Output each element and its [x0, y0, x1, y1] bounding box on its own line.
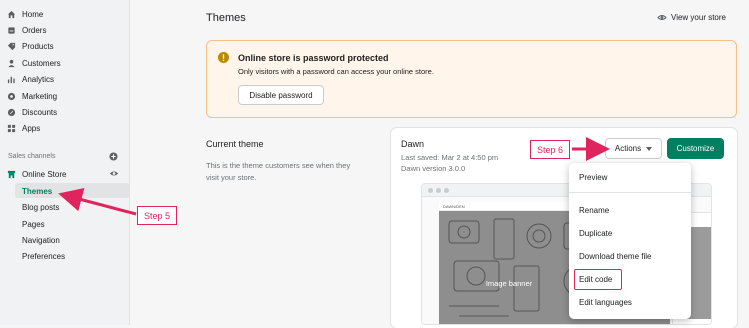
view-store-label: View your store	[671, 13, 726, 22]
actions-label: Actions	[614, 144, 642, 153]
sales-channels-heading: Sales channels	[8, 153, 56, 160]
sidebar-subitem-navigation[interactable]: Navigation	[22, 236, 60, 245]
sidebar-item-apps[interactable]: Apps	[7, 121, 40, 135]
window-dot	[428, 188, 433, 193]
sidebar-item-label: Home	[22, 9, 44, 19]
warning-icon	[218, 52, 229, 63]
menu-item-rename[interactable]: Rename	[579, 206, 609, 215]
sidebar-item-label: Discounts	[22, 107, 58, 117]
sidebar-item-label: Orders	[22, 25, 47, 35]
window-dot	[436, 188, 441, 193]
password-banner: Online store is password protected Only …	[206, 40, 737, 118]
preview-logo: DAWN/DEN	[443, 204, 465, 209]
orders-icon	[7, 26, 16, 35]
eye-icon	[657, 13, 667, 22]
eye-icon[interactable]	[109, 169, 119, 178]
last-saved-text: Last saved: Mar 2 at 4:50 pm	[401, 153, 499, 162]
apps-icon	[7, 124, 16, 133]
edit-code-highlight	[574, 269, 622, 290]
menu-divider	[569, 192, 691, 193]
menu-item-duplicate[interactable]: Duplicate	[579, 229, 612, 238]
analytics-icon	[7, 75, 16, 84]
sidebar-item-label: Online Store	[22, 169, 67, 179]
theme-name: Dawn	[401, 139, 425, 149]
sidebar-item-orders[interactable]: Orders	[7, 23, 46, 37]
home-icon	[7, 10, 16, 19]
store-icon	[7, 170, 16, 179]
banner-text: Only visitors with a password can access…	[238, 67, 434, 76]
products-icon	[7, 42, 16, 51]
sidebar-item-online-store[interactable]: Online Store	[7, 167, 66, 181]
step6-label: Step 6	[530, 140, 570, 159]
add-channel-icon[interactable]	[109, 152, 118, 161]
sidebar-item-analytics[interactable]: Analytics	[7, 72, 54, 86]
customize-button[interactable]: Customize	[667, 138, 724, 159]
menu-item-download-theme[interactable]: Download theme file	[579, 252, 651, 261]
sidebar-item-discounts[interactable]: Discounts	[7, 105, 57, 119]
banner-title: Online store is password protected	[238, 53, 389, 63]
sidebar-item-label: Apps	[22, 123, 41, 133]
sidebar-item-products[interactable]: Products	[7, 39, 54, 53]
caret-down-icon	[646, 146, 653, 151]
discounts-icon	[7, 108, 16, 117]
theme-version-text: Dawn version 3.0.0	[401, 164, 466, 173]
marketing-icon	[7, 92, 16, 101]
current-theme-desc-2: visit your store.	[206, 173, 257, 182]
menu-item-preview[interactable]: Preview	[579, 173, 607, 182]
sidebar-subitem-pages[interactable]: Pages	[22, 220, 45, 229]
preview-banner-label: Image banner	[485, 279, 533, 288]
current-theme-heading: Current theme	[206, 139, 264, 149]
sidebar-item-home[interactable]: Home	[7, 7, 43, 21]
window-dot	[444, 188, 449, 193]
sidebar-item-label: Analytics	[22, 74, 55, 84]
sidebar-subitem-preferences[interactable]: Preferences	[22, 252, 65, 261]
customers-icon	[7, 59, 16, 68]
page-title: Themes	[206, 12, 246, 24]
sidebar-item-customers[interactable]: Customers	[7, 56, 61, 70]
sidebar-item-label: Products	[22, 41, 54, 51]
sidebar-subitem-themes[interactable]: Themes	[22, 187, 52, 196]
sidebar: Home Orders Products Customers Analytics…	[0, 0, 130, 325]
sidebar-item-label: Customers	[22, 58, 61, 68]
actions-button[interactable]: Actions	[605, 138, 662, 159]
menu-item-edit-languages[interactable]: Edit languages	[579, 298, 632, 307]
sidebar-item-label: Marketing	[22, 91, 58, 101]
current-theme-desc: This is the theme customers see when the…	[206, 161, 351, 170]
view-store-link[interactable]: View your store	[657, 13, 726, 22]
sidebar-item-marketing[interactable]: Marketing	[7, 89, 57, 103]
step5-label: Step 5	[137, 206, 177, 225]
sidebar-subitem-blog-posts[interactable]: Blog posts	[22, 203, 59, 212]
actions-dropdown: Preview Rename Duplicate Download theme …	[569, 163, 691, 319]
disable-password-button[interactable]: Disable password	[238, 85, 324, 105]
